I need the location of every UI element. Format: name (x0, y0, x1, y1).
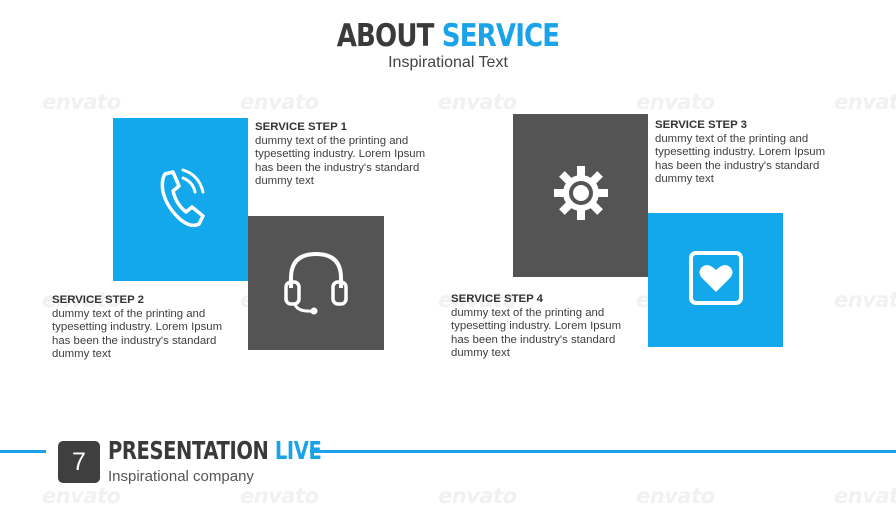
step2-title: SERVICE STEP 2 (52, 294, 145, 306)
step4-text: SERVICE STEP 4 dummy text of the printin… (451, 293, 641, 361)
step4-title: SERVICE STEP 4 (451, 293, 544, 305)
headset-icon (283, 246, 349, 321)
step1-body: dummy text of the printing and typesetti… (255, 134, 426, 188)
footer-line-left (0, 450, 46, 453)
watermark: envato (834, 90, 896, 114)
gear-icon (552, 164, 610, 227)
title-part-2: SERVICE (441, 18, 560, 54)
step3-text: SERVICE STEP 3 dummy text of the printin… (655, 119, 845, 187)
slide-number-badge: 7 (58, 441, 100, 483)
step1-tile (113, 118, 248, 281)
watermark: envato (636, 90, 715, 114)
title-part-1: ABOUT (336, 18, 435, 54)
watermark: envato (636, 484, 715, 508)
step4-tile (648, 213, 783, 347)
company-subtitle: Inspirational company (108, 468, 254, 485)
step3-title: SERVICE STEP 3 (655, 119, 748, 131)
step3-tile (513, 114, 648, 277)
watermark: envato (834, 288, 896, 312)
step3-body: dummy text of the printing and typesetti… (655, 132, 826, 186)
step1-title: SERVICE STEP 1 (255, 121, 348, 133)
step2-text: SERVICE STEP 2 dummy text of the printin… (52, 294, 242, 362)
watermark: envato (42, 90, 121, 114)
step2-tile (248, 216, 384, 350)
step1-text: SERVICE STEP 1 dummy text of the printin… (255, 121, 445, 189)
watermark: envato (240, 484, 319, 508)
brand-title: PRESENTATION LIVE (108, 436, 322, 465)
page-subtitle: Inspirational Text (388, 54, 508, 71)
watermark: envato (438, 90, 517, 114)
step4-body: dummy text of the printing and typesetti… (451, 306, 622, 360)
footer-line-right (310, 450, 896, 453)
page-title: ABOUT SERVICE (72, 18, 825, 54)
brand-part-1: PRESENTATION (108, 436, 269, 465)
heart-icon (688, 250, 744, 311)
watermark: envato (42, 484, 121, 508)
watermark: envato (240, 90, 319, 114)
phone-icon (153, 164, 209, 235)
watermark: envato (438, 484, 517, 508)
watermark: envato (834, 484, 896, 508)
brand-part-2: LIVE (274, 436, 322, 465)
step2-body: dummy text of the printing and typesetti… (52, 307, 223, 361)
